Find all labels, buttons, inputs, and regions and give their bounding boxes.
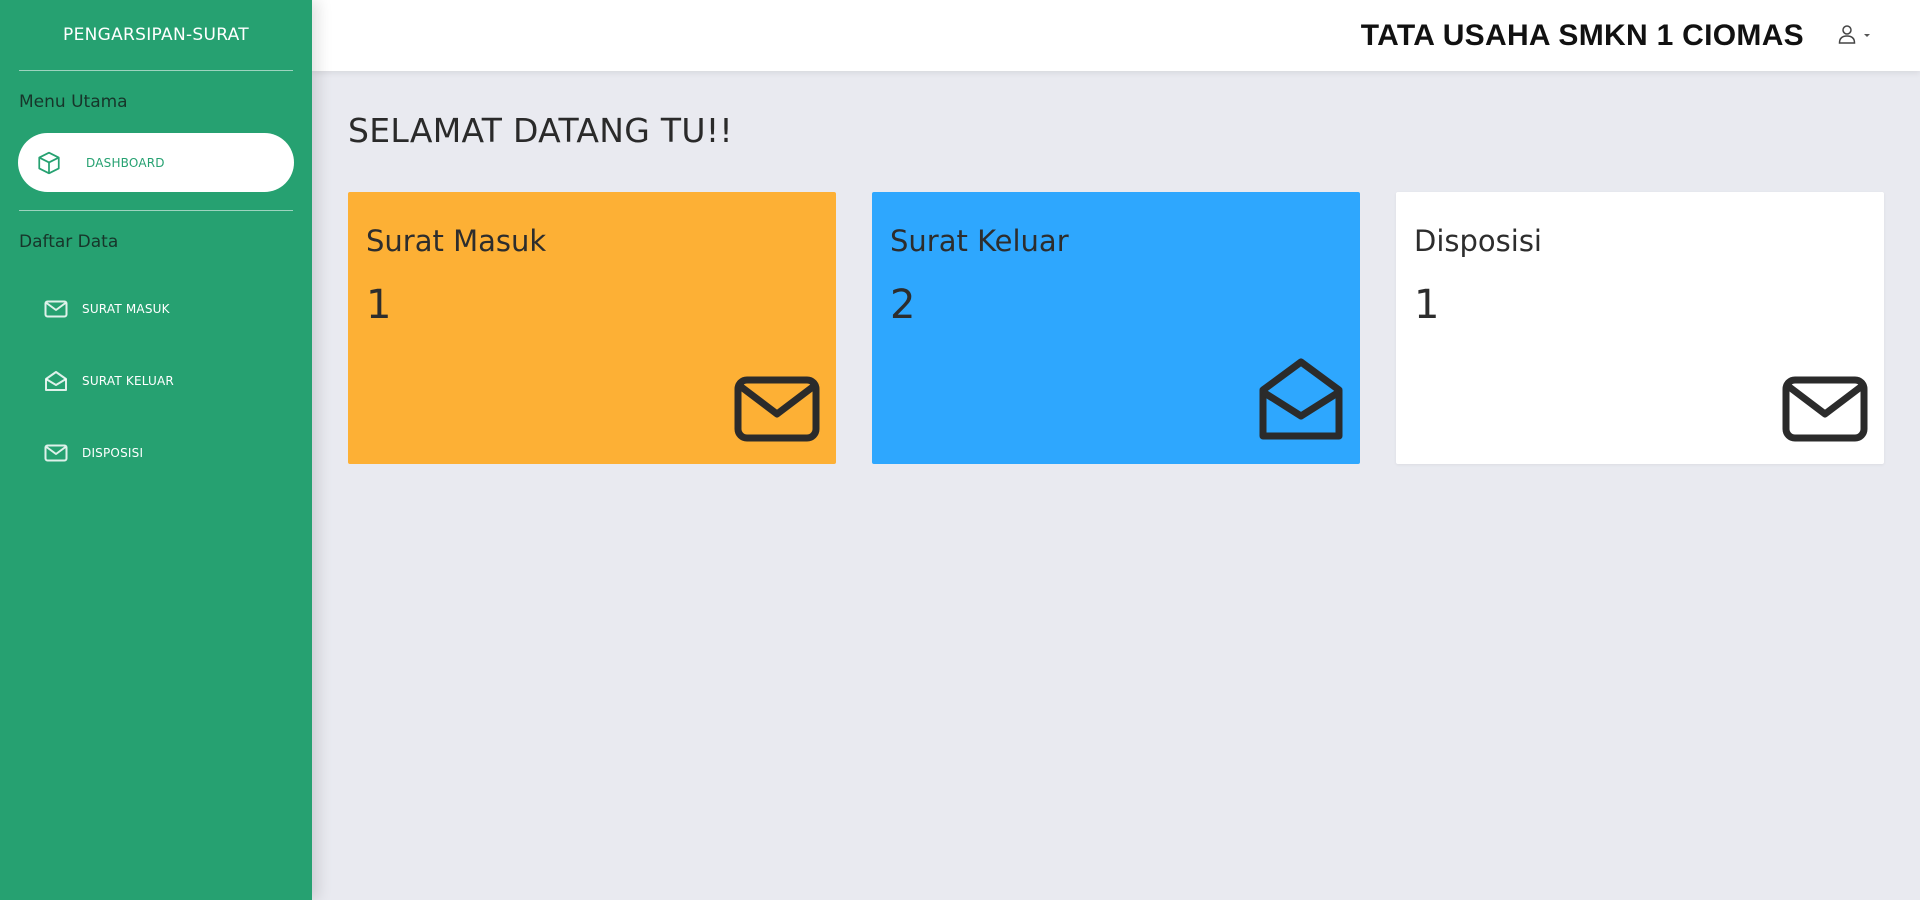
sidebar: PENGARSIPAN-SURAT Menu Utama DASHBOARD D…: [0, 0, 312, 900]
card-count: 1: [1414, 282, 1440, 328]
card-surat-masuk[interactable]: Surat Masuk 1: [348, 192, 836, 464]
sidebar-item-disposisi[interactable]: DISPOSISI: [0, 417, 312, 489]
main-content: SELAMAT DATANG TU!! Surat Masuk 1 Surat …: [312, 71, 1920, 900]
card-count: 2: [890, 282, 916, 328]
section-daftar-data: Daftar Data: [19, 232, 119, 252]
page-title: TATA USAHA SMKN 1 CIOMAS: [1360, 18, 1804, 52]
sidebar-item-label: SURAT KELUAR: [82, 374, 174, 388]
section-menu-utama: Menu Utama: [19, 92, 128, 112]
chevron-down-icon: [1864, 34, 1870, 37]
sidebar-brand[interactable]: PENGARSIPAN-SURAT: [0, 0, 312, 70]
sidebar-item-dashboard[interactable]: DASHBOARD: [18, 133, 294, 192]
user-icon: [1838, 24, 1856, 48]
welcome-heading: SELAMAT DATANG TU!!: [348, 111, 733, 150]
cube-icon: [35, 149, 63, 177]
envelope-icon: [1782, 376, 1868, 446]
card-disposisi[interactable]: Disposisi 1: [1396, 192, 1884, 464]
envelope-open-icon: [43, 370, 69, 392]
app-root: PENGARSIPAN-SURAT Menu Utama DASHBOARD D…: [0, 0, 1920, 900]
card-title: Surat Keluar: [890, 224, 1069, 258]
card-title: Surat Masuk: [366, 224, 547, 258]
envelope-icon: [43, 442, 69, 464]
envelope-icon: [43, 298, 69, 320]
envelope-open-icon: [1258, 356, 1344, 446]
sidebar-item-label: DISPOSISI: [82, 446, 144, 460]
card-count: 1: [366, 282, 392, 328]
sidebar-item-label: DASHBOARD: [86, 155, 165, 170]
sidebar-item-surat-masuk[interactable]: SURAT MASUK: [0, 273, 312, 345]
card-title: Disposisi: [1414, 224, 1542, 258]
envelope-icon: [734, 376, 820, 446]
user-menu-button[interactable]: [1838, 24, 1870, 48]
top-bar: TATA USAHA SMKN 1 CIOMAS: [312, 0, 1920, 71]
card-surat-keluar[interactable]: Surat Keluar 2: [872, 192, 1360, 464]
sidebar-item-label: SURAT MASUK: [82, 302, 170, 316]
sidebar-item-surat-keluar[interactable]: SURAT KELUAR: [0, 345, 312, 417]
